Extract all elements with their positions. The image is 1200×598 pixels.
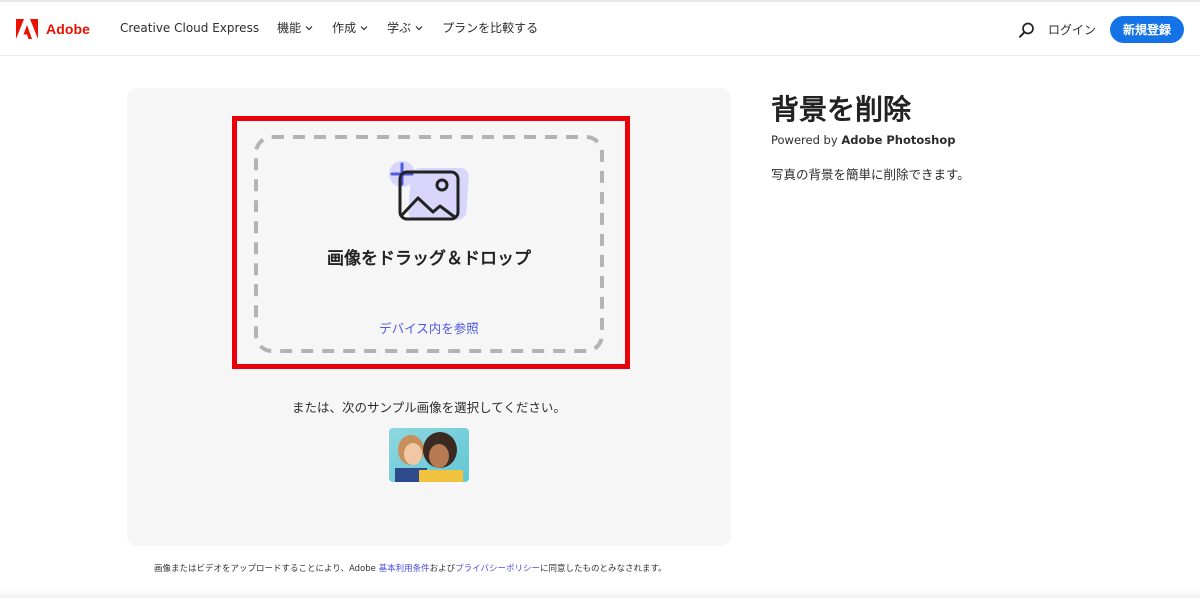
nav-item-label: 学ぶ: [387, 21, 412, 35]
search-icon[interactable]: [1018, 21, 1036, 39]
adobe-logo-icon: [16, 19, 38, 39]
main-menu: Creative Cloud Express 機能 作成 学ぶ プランを比較する: [120, 19, 556, 36]
signup-button[interactable]: 新規登録: [1109, 16, 1184, 43]
page-title: 背景を削除: [771, 93, 912, 126]
sample-prompt: または、次のサンプル画像を選択してください。: [292, 400, 566, 415]
terms-text-3: に同意したものとみなされます。: [539, 564, 667, 574]
adobe-logo-link[interactable]: Adobe: [16, 18, 90, 40]
nav-item-compare-plans[interactable]: プランを比較する: [442, 19, 538, 36]
nav-item-label: プランを比較する: [442, 21, 539, 35]
terms-text-2: および: [429, 564, 456, 574]
nav-item-label: 作成: [332, 21, 357, 35]
sample-image: [389, 428, 469, 482]
login-link[interactable]: ログイン: [1048, 21, 1096, 38]
nav-item-learn[interactable]: 学ぶ: [387, 19, 424, 36]
nav-product-link[interactable]: Creative Cloud Express: [120, 21, 259, 35]
upload-terms: 画像またはビデオをアップロードすることにより、Adobe 基本利用条件およびプラ…: [154, 562, 667, 574]
chevron-down-icon: [360, 25, 368, 30]
sample-image-thumbnail[interactable]: [389, 428, 469, 482]
privacy-policy-link[interactable]: プライバシーポリシー: [455, 564, 540, 574]
tool-description: 写真の背景を簡単に削除できます。: [771, 167, 970, 182]
bottom-shadow: [0, 588, 1200, 598]
browse-device-link[interactable]: デバイス内を参照: [254, 318, 604, 337]
powered-by: Powered by Adobe Photoshop: [771, 133, 955, 147]
image-add-icon: [389, 161, 469, 221]
terms-text-1: 画像またはビデオをアップロードすることにより、Adobe: [154, 564, 379, 574]
drop-zone-title: 画像をドラッグ＆ドロップ: [327, 249, 531, 269]
chevron-down-icon: [305, 25, 313, 30]
top-nav: Adobe Creative Cloud Express 機能 作成 学ぶ プラ…: [0, 2, 1200, 56]
powered-by-product: Adobe Photoshop: [841, 133, 956, 147]
nav-item-label: 機能: [277, 21, 302, 35]
nav-actions: ログイン 新規登録: [1018, 16, 1184, 43]
nav-item-features[interactable]: 機能: [277, 19, 314, 36]
terms-of-use-link[interactable]: 基本利用条件: [379, 564, 430, 574]
nav-item-create[interactable]: 作成: [332, 19, 369, 36]
powered-by-prefix: Powered by: [771, 133, 842, 147]
brand-name: Adobe: [46, 21, 91, 37]
nav-product-label: Creative Cloud Express: [120, 20, 260, 35]
chevron-down-icon: [415, 25, 423, 30]
